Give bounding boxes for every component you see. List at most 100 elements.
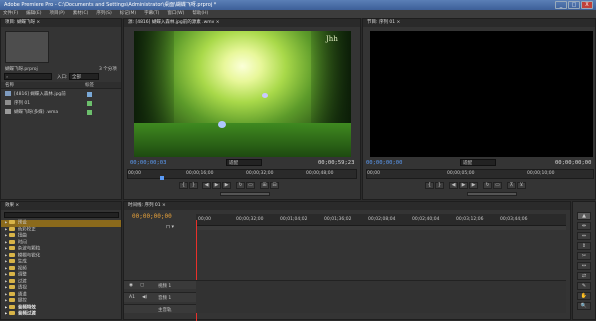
menu-window[interactable]: 窗口(W) <box>167 10 184 18</box>
mark-in-button[interactable]: { <box>179 182 188 189</box>
close-button[interactable]: X <box>581 1 593 9</box>
source-fit-select[interactable]: 适配 <box>226 159 262 166</box>
tool-button[interactable]: ✎ <box>577 282 591 290</box>
tab-source[interactable]: 源: [4816] 蝴蝶入森林.jpg前的源素 .wmv × <box>124 19 360 27</box>
program-duration: 00;00;00;00 <box>555 160 592 166</box>
menu-title[interactable]: 字幕(T) <box>144 10 159 18</box>
safe-margins-button[interactable]: ▭ <box>493 182 502 189</box>
speaker-icon[interactable]: ◀) <box>142 295 147 300</box>
jog-shuttle[interactable] <box>220 192 270 196</box>
folder-icon <box>8 298 15 302</box>
tab-program[interactable]: 节目: 序列 01 × <box>363 19 595 27</box>
effects-tree-item[interactable]: ▸ 音频过渡 <box>1 311 121 318</box>
project-search-input[interactable]: ⌕ <box>4 73 52 80</box>
tab-project[interactable]: 项目: 蝴蝶飞呀 × <box>1 19 121 27</box>
timeline-tools: ⊓ ▾ <box>166 224 186 230</box>
list-item[interactable]: [4816] 蝴蝶入森林.jpg前 <box>5 91 121 99</box>
effects-tree-label: 生成 <box>17 259 27 265</box>
work-area-bar[interactable] <box>196 226 566 230</box>
label-swatch <box>87 101 92 106</box>
folder-icon <box>8 311 15 315</box>
effects-tree-label: 透视 <box>17 285 27 291</box>
step-back-button[interactable]: ◀ <box>449 182 458 189</box>
folder-icon <box>8 233 15 237</box>
effects-tree-label: 音频特效 <box>17 305 36 310</box>
lift-button[interactable]: ⊼ <box>507 182 516 189</box>
mark-in-button[interactable]: { <box>425 182 434 189</box>
list-item[interactable]: 序列 01 <box>5 100 121 108</box>
tab-timeline[interactable]: 时间线: 序列 01 × <box>124 202 570 210</box>
overwrite-button[interactable]: ⊟ <box>270 182 279 189</box>
step-back-button[interactable]: ◀ <box>202 182 211 189</box>
loop-button[interactable]: ↻ <box>236 182 245 189</box>
col-label[interactable]: 标签 <box>85 82 94 88</box>
source-timecode[interactable]: 00;00;00;03 <box>130 160 166 166</box>
effects-tree-label: 模糊与锐化 <box>17 253 41 258</box>
jog-shuttle[interactable] <box>467 192 517 196</box>
source-playhead[interactable] <box>160 176 164 180</box>
safe-margins-button[interactable]: ▭ <box>246 182 255 189</box>
insert-button[interactable]: ⊞ <box>260 182 269 189</box>
tool-button[interactable]: ↔ <box>577 262 591 270</box>
menu-edit[interactable]: 编辑(E) <box>26 10 41 18</box>
folder-icon <box>8 259 15 263</box>
in-select[interactable]: 全部 <box>69 73 99 80</box>
play-button[interactable]: ▶ <box>212 182 221 189</box>
tool-button[interactable]: ⇹ <box>577 222 591 230</box>
minimize-button[interactable]: _ <box>555 1 567 9</box>
menu-project[interactable]: 项目(P) <box>49 10 64 18</box>
project-filename: 蝴蝶飞呀.prproj <box>5 67 38 72</box>
step-forward-button[interactable]: ▶ <box>222 182 231 189</box>
tool-button[interactable]: 🔍 <box>577 302 591 310</box>
tool-button[interactable]: ⇄ <box>577 272 591 280</box>
search-icon: ⌕ <box>6 74 9 79</box>
menu-clip[interactable]: 素材(C) <box>73 10 89 18</box>
audio-track-label: 音频 1 <box>158 296 172 301</box>
maximize-button[interactable]: □ <box>568 1 580 9</box>
marker-icon[interactable]: ▾ <box>172 224 175 230</box>
menu-marker[interactable]: 标记(M) <box>120 10 136 18</box>
tool-button[interactable]: ▲ <box>577 212 591 220</box>
timeline-ruler[interactable]: 00;00 00;00;32;00 00;01;04;02 00;01;36;0… <box>196 214 566 226</box>
menu-file[interactable]: 文件(F) <box>3 10 18 18</box>
project-columns: 名称 标签 <box>1 82 121 89</box>
play-button[interactable]: ▶ <box>459 182 468 189</box>
col-name[interactable]: 名称 <box>5 82 14 88</box>
list-item[interactable]: 蝴蝶飞呀(多媒) .wma <box>5 109 121 117</box>
mark-out-button[interactable]: } <box>435 182 444 189</box>
source-ruler[interactable]: 00;00 00;00;16;00 00;00;32;00 00;00;48;0… <box>127 169 357 180</box>
tab-effects[interactable]: 效果 × <box>1 202 121 210</box>
video-track-header[interactable]: ◉ ▢ 视频 1 <box>124 280 196 289</box>
loop-button[interactable]: ↻ <box>483 182 492 189</box>
menu-help[interactable]: 帮助(H) <box>192 10 208 18</box>
effects-search-input[interactable] <box>4 212 119 218</box>
source-video-frame: Jhh <box>134 31 351 157</box>
butterfly-icon <box>218 121 226 128</box>
extract-button[interactable]: ⊻ <box>517 182 526 189</box>
timeline-timecode[interactable]: 00;00;00;00 <box>132 213 172 220</box>
tool-button[interactable]: ✋ <box>577 292 591 300</box>
mark-out-button[interactable]: } <box>189 182 198 189</box>
window-title: Adobe Premiere Pro - C:\Documents and Se… <box>4 2 217 8</box>
audio-track-header[interactable]: A1 ◀) 音频 1 <box>124 292 196 302</box>
menu-sequence[interactable]: 序列(S) <box>96 10 111 18</box>
lock-icon[interactable]: ▢ <box>140 283 144 288</box>
program-fit-select[interactable]: 适配 <box>460 159 496 166</box>
tool-button[interactable]: ✂ <box>577 252 591 260</box>
master-track-header[interactable]: 主音轨 <box>124 304 196 313</box>
effects-tree-label: 过渡 <box>17 279 27 284</box>
program-ruler[interactable]: 00;00 00;00;05;00 00;00;10;00 <box>366 169 594 179</box>
sequence-icon <box>5 100 11 105</box>
tool-button[interactable]: ⇕ <box>577 242 591 250</box>
effects-tree: ▸ 预设 ▸ 色彩校正 ▸ 扭曲 ▸ 时间 ▸ 杂波与颗粒 ▸ 模糊与锐化 ▸ 生成 ▸ 视频… <box>1 220 121 318</box>
eye-icon[interactable]: ◉ <box>129 283 133 288</box>
folder-icon <box>8 272 15 276</box>
track-area[interactable] <box>196 280 566 313</box>
step-forward-button[interactable]: ▶ <box>469 182 478 189</box>
label-swatch <box>87 110 92 115</box>
snap-icon[interactable]: ⊓ <box>166 224 170 230</box>
tool-button[interactable]: ⇔ <box>577 232 591 240</box>
effects-tree-label: 键控 <box>17 298 27 304</box>
folder-icon <box>8 291 15 296</box>
program-timecode[interactable]: 00;00;00;00 <box>366 160 402 166</box>
